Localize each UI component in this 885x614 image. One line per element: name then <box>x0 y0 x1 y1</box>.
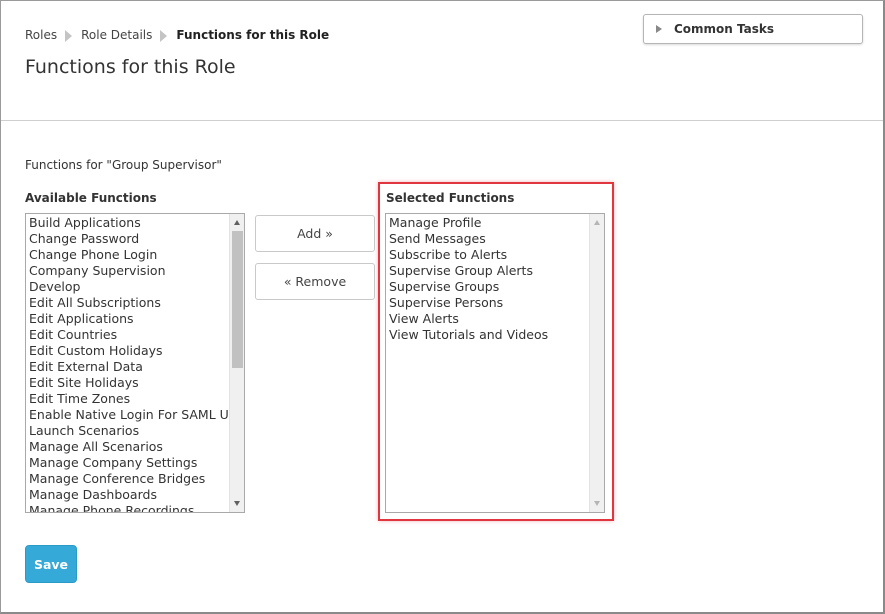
triangle-right-icon <box>656 25 662 33</box>
list-item[interactable]: Edit Applications <box>29 311 228 327</box>
breadcrumb: Roles Role Details Functions for this Ro… <box>25 28 329 42</box>
list-item[interactable]: Manage Conference Bridges <box>29 471 228 487</box>
scrollbar-thumb[interactable] <box>232 231 243 368</box>
available-functions-list[interactable]: Build Applications Change Password Change … <box>25 213 245 513</box>
list-item[interactable]: Develop <box>29 279 228 295</box>
functions-for-label: Functions for "Group Supervisor" <box>25 158 222 172</box>
breadcrumb-role-details[interactable]: Role Details <box>81 28 152 42</box>
scroll-up-icon[interactable] <box>234 220 240 225</box>
common-tasks-toggle[interactable]: Common Tasks <box>643 14 863 44</box>
breadcrumb-current: Functions for this Role <box>176 28 330 42</box>
list-item[interactable]: Edit Time Zones <box>29 391 228 407</box>
list-item[interactable]: Manage Company Settings <box>29 455 228 471</box>
list-item[interactable]: Change Password <box>29 231 228 247</box>
list-item[interactable]: Manage Dashboards <box>29 487 228 503</box>
page-title: Functions for this Role <box>25 56 236 78</box>
list-item[interactable]: Manage All Scenarios <box>29 439 228 455</box>
available-functions-label: Available Functions <box>25 191 157 205</box>
list-item[interactable]: Enable Native Login For SAML Users <box>29 407 228 423</box>
list-item[interactable]: Edit Site Holidays <box>29 375 228 391</box>
header-divider <box>1 120 883 121</box>
available-functions-items: Build Applications Change Password Change … <box>29 215 228 512</box>
list-item[interactable]: Edit Countries <box>29 327 228 343</box>
list-item[interactable]: Company Supervision <box>29 263 228 279</box>
list-item[interactable]: Manage Phone Recordings <box>29 503 228 512</box>
common-tasks-label: Common Tasks <box>674 22 775 36</box>
list-item[interactable]: Edit Custom Holidays <box>29 343 228 359</box>
list-item[interactable]: Edit External Data <box>29 359 228 375</box>
list-item[interactable]: Change Phone Login <box>29 247 228 263</box>
save-button[interactable]: Save <box>25 545 77 583</box>
breadcrumb-separator-icon <box>65 30 73 42</box>
list-item[interactable]: Edit All Subscriptions <box>29 295 228 311</box>
selected-functions-highlight <box>378 182 614 521</box>
breadcrumb-separator-icon <box>160 30 168 42</box>
breadcrumb-roles[interactable]: Roles <box>25 28 57 42</box>
list-item[interactable]: Build Applications <box>29 215 228 231</box>
scroll-down-icon[interactable] <box>234 501 240 506</box>
available-list-scrollbar[interactable] <box>229 214 244 512</box>
add-button[interactable]: Add » <box>255 215 375 252</box>
list-item[interactable]: Launch Scenarios <box>29 423 228 439</box>
remove-button[interactable]: « Remove <box>255 263 375 300</box>
